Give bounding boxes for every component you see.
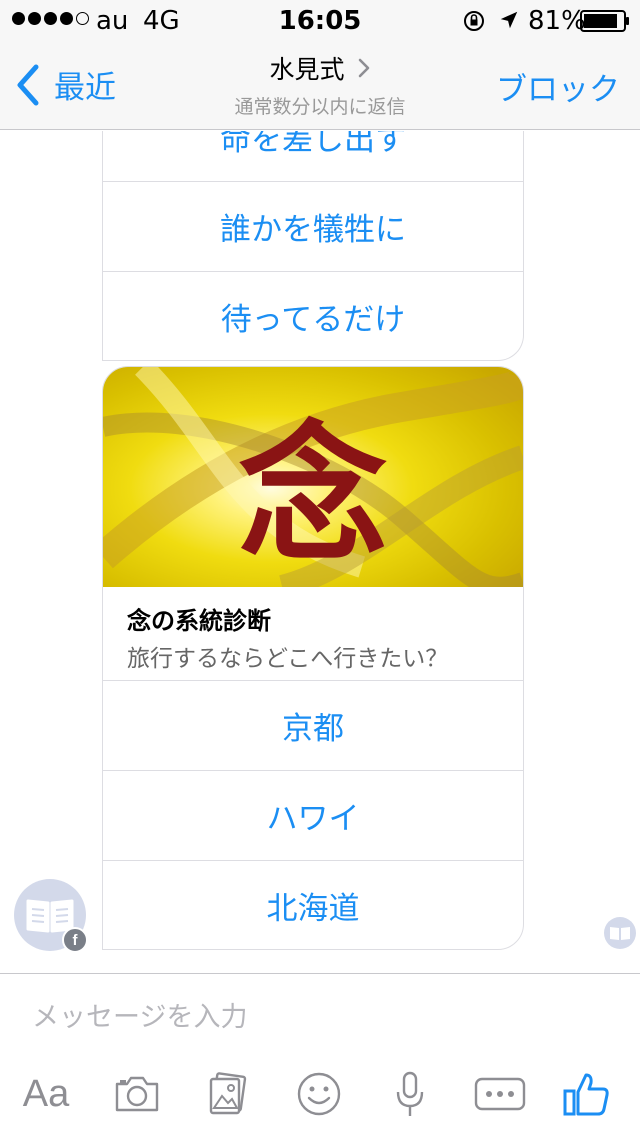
more-button[interactable]	[474, 1062, 526, 1126]
quick-reply-button[interactable]: 待ってるだけ	[103, 271, 523, 361]
message-input[interactable]	[32, 997, 612, 1037]
conversation-name: 水見式	[269, 55, 345, 84]
card-image-kanji: 念	[238, 409, 387, 583]
rotation-lock-icon	[464, 11, 484, 31]
messenger-screen: au 4G 16:05 81% 最近 水見式 通常数分以内に返信 ブロック 命を…	[0, 0, 640, 1136]
microphone-icon	[396, 1071, 424, 1116]
nen-swirl-image: 念	[103, 367, 523, 587]
emoji-icon	[297, 1072, 341, 1116]
card-button[interactable]: ハワイ	[103, 770, 523, 860]
more-icon	[474, 1077, 526, 1111]
composer-divider	[0, 973, 640, 974]
book-icon	[610, 927, 630, 940]
composer-toolbar: Aa	[0, 1062, 640, 1126]
camera-icon	[115, 1076, 159, 1112]
read-receipt	[604, 917, 636, 949]
emoji-button[interactable]	[296, 1062, 342, 1126]
navigation-bar: 最近 水見式 通常数分以内に返信 ブロック	[0, 40, 640, 130]
status-bar: au 4G 16:05 81%	[0, 0, 640, 40]
conversation-title[interactable]: 水見式	[269, 50, 370, 86]
location-arrow-icon	[500, 11, 518, 29]
text-format-icon: Aa	[22, 1072, 70, 1115]
generic-template-card: 念 念の系統診断 旅行するならどこへ行きたい？ 京都 ハワイ 北海道	[102, 366, 524, 950]
quick-reply-button[interactable]: 誰かを犠牲に	[103, 181, 523, 271]
like-icon	[563, 1073, 609, 1116]
facebook-icon: f	[62, 927, 88, 953]
like-button[interactable]	[562, 1062, 610, 1126]
card-subtitle: 旅行するならどこへ行きたい？	[127, 646, 449, 672]
chat-area[interactable]: 命を差し出す 誰かを犠牲に 待ってるだけ 念 念の系統診断 旅行するならどこへ行…	[0, 131, 640, 974]
block-button[interactable]: ブロック	[496, 64, 620, 109]
chevron-right-icon	[358, 58, 369, 78]
card-button[interactable]: 北海道	[103, 860, 523, 949]
text-format-button[interactable]: Aa	[18, 1062, 74, 1126]
quick-reply-bubble: 命を差し出す 誰かを犠牲に 待ってるだけ	[102, 131, 524, 361]
card-image[interactable]: 念	[103, 367, 523, 587]
gallery-button[interactable]	[204, 1062, 250, 1126]
card-title: 念の系統診断	[127, 607, 271, 635]
camera-button[interactable]	[112, 1062, 162, 1126]
battery-icon	[580, 10, 629, 32]
gallery-icon	[209, 1072, 247, 1115]
voice-button[interactable]	[392, 1062, 428, 1126]
card-button[interactable]: 京都	[103, 680, 523, 770]
battery-percentage: 81%	[528, 6, 586, 36]
quick-reply-button[interactable]: 命を差し出す	[103, 131, 523, 181]
